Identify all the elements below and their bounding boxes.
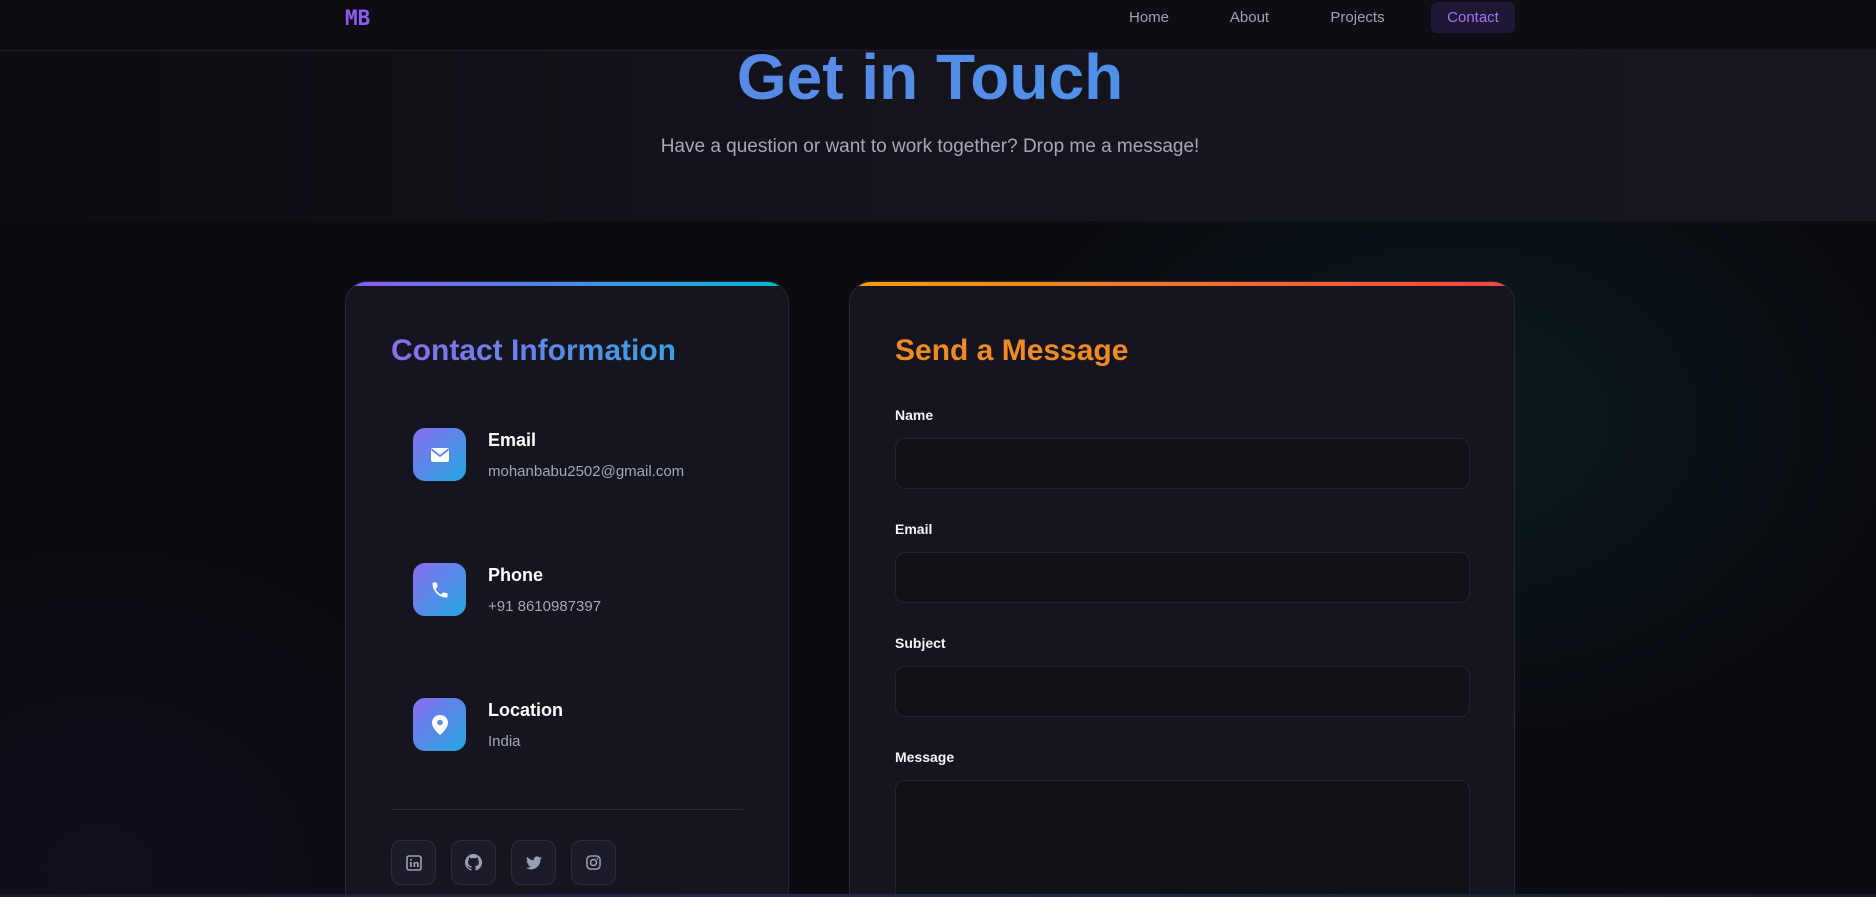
top-navbar: MB Home About Projects Contact xyxy=(0,0,1876,51)
send-message-title: Send a Message xyxy=(895,334,1129,367)
divider xyxy=(391,809,743,810)
message-field[interactable] xyxy=(895,780,1470,897)
github-icon[interactable] xyxy=(451,840,496,885)
contact-item-email: Email mohanbabu2502@gmail.com xyxy=(413,428,753,488)
envelope-icon xyxy=(413,428,466,481)
contact-item-label: Email xyxy=(488,430,537,450)
card-accent-bar xyxy=(346,282,788,286)
linkedin-icon[interactable] xyxy=(391,840,436,885)
card-accent-bar xyxy=(850,282,1514,286)
location-value: India xyxy=(488,733,521,750)
name-label: Name xyxy=(895,407,934,423)
contact-item-label: Location xyxy=(488,700,563,720)
contact-item-label: Phone xyxy=(488,565,544,585)
contact-info-title: Contact Information xyxy=(391,334,676,367)
nav-link-home[interactable]: Home xyxy=(1113,2,1185,33)
phone-number[interactable]: +91 8610987397 xyxy=(488,598,601,615)
contact-info-card: Contact Information Email mohanbabu2502@… xyxy=(345,281,789,897)
location-pin-icon xyxy=(413,698,466,751)
nav-link-projects[interactable]: Projects xyxy=(1320,2,1395,33)
email-field[interactable] xyxy=(895,552,1470,603)
email-address[interactable]: mohanbabu2502@gmail.com xyxy=(488,463,684,480)
contact-item-location: Location India xyxy=(413,698,753,758)
contact-item-phone: Phone +91 8610987397 xyxy=(413,563,753,623)
send-message-card: Send a Message Name Email Subject Messag… xyxy=(849,281,1515,897)
phone-icon xyxy=(413,563,466,616)
twitter-icon[interactable] xyxy=(511,840,556,885)
nav-link-about[interactable]: About xyxy=(1217,2,1282,33)
page-title: Get in Touch xyxy=(0,45,1860,109)
name-field[interactable] xyxy=(895,438,1470,489)
hero-section: Get in Touch Have a question or want to … xyxy=(0,45,1876,221)
page-subtitle: Have a question or want to work together… xyxy=(660,136,1200,157)
subject-label: Subject xyxy=(895,635,946,651)
nav-link-contact[interactable]: Contact xyxy=(1431,2,1515,33)
site-logo[interactable]: MB xyxy=(345,6,370,30)
email-label: Email xyxy=(895,521,933,537)
instagram-icon[interactable] xyxy=(571,840,616,885)
message-label: Message xyxy=(895,749,955,765)
subject-field[interactable] xyxy=(895,666,1470,717)
